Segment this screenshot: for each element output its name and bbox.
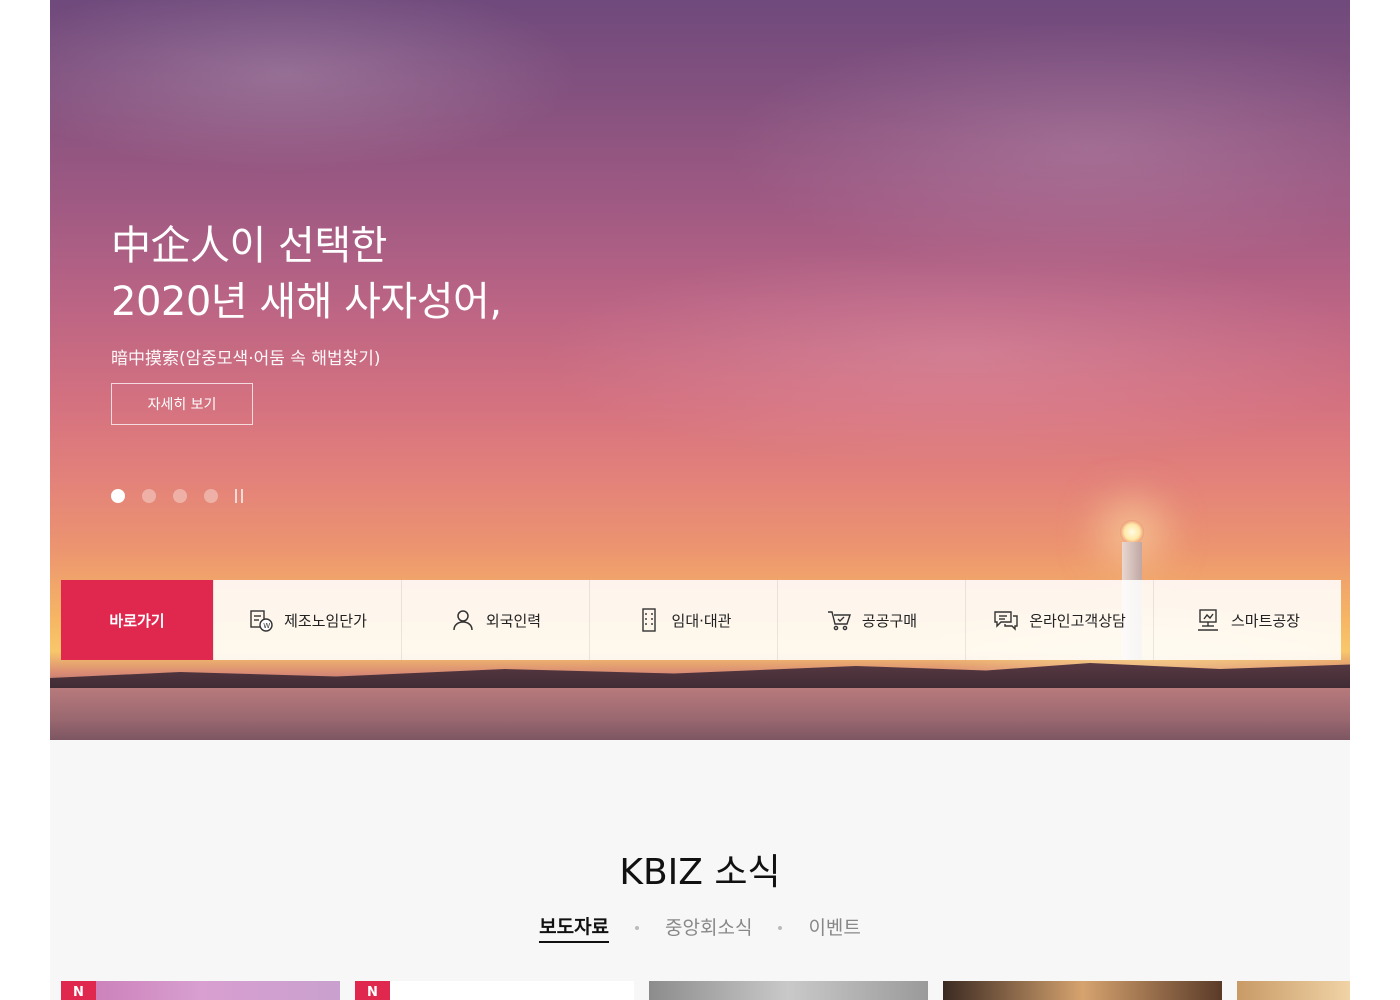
slide-dot-4[interactable] [204,489,218,503]
quick-links-label: 바로가기 [61,580,213,660]
quick-link-label: 임대·대관 [671,611,732,630]
news-cards: N N [61,981,1351,1000]
news-card[interactable] [649,981,928,1000]
news-section: KBIZ 소식 보도자료 중앙회소식 이벤트 N N [50,740,1350,1000]
quick-link-label: 외국인력 [485,611,542,630]
news-tabs: 보도자료 중앙회소식 이벤트 [50,912,1350,943]
hero-subline: 暗中摸索(암중모색·어둠 속 해법찾기) [111,349,381,369]
news-title: KBIZ 소식 [619,852,781,893]
news-card[interactable] [1237,981,1350,1000]
tab-press-release[interactable]: 보도자료 [539,912,610,943]
slide-dot-1[interactable] [111,489,125,503]
quick-link-foreign-workers[interactable]: 외국인력 [401,580,589,660]
building-icon [641,608,656,632]
tab-separator [635,925,640,930]
news-card[interactable]: N [355,981,634,1000]
new-badge: N [61,981,96,1000]
sea [50,688,1350,740]
slide-dot-3[interactable] [173,489,187,503]
quick-link-rental[interactable]: 임대·대관 [589,580,777,660]
quick-link-online-consult[interactable]: 온라인고객상담 [965,580,1153,660]
hero-headline-line2: 2020년 새해 사자성어, [111,279,502,325]
new-badge: N [355,981,390,1000]
hero-text: 中企人이 선택한 2020년 새해 사자성어, 暗中摸索(암중모색·어둠 속 해… [111,218,502,370]
quick-link-label: 공공구매 [861,611,918,630]
hero-headline: 中企人이 선택한 2020년 새해 사자성어, [111,218,502,330]
quick-link-wage[interactable]: W 제조노임단가 [213,580,401,660]
wage-document-icon: W [250,610,273,632]
quick-links-bar: 바로가기 W 제조노임단가 외국인력 임대·대관 공공구매 온라인고객상담 스마… [61,580,1341,660]
svg-text:W: W [263,622,270,630]
quick-link-smart-factory[interactable]: 스마트공장 [1153,580,1341,660]
cart-icon [827,611,851,631]
person-icon [453,610,473,631]
tab-separator [778,925,783,930]
chat-icon [994,611,1018,631]
detail-button[interactable]: 자세히 보기 [111,383,253,425]
tab-central-news[interactable]: 중앙회소식 [665,913,752,942]
slide-dot-2[interactable] [142,489,156,503]
quick-link-public-purchase[interactable]: 공공구매 [777,580,965,660]
quick-link-label: 온라인고객상담 [1029,611,1126,630]
pause-icon[interactable] [235,489,247,503]
tab-event[interactable]: 이벤트 [808,913,860,942]
quick-link-label: 스마트공장 [1230,611,1300,630]
quick-link-label: 제조노임단가 [284,611,367,630]
factory-icon [1197,609,1218,631]
slide-indicator [111,489,247,503]
news-card[interactable] [943,981,1222,1000]
hero-headline-line1: 中企人이 선택한 [111,223,387,269]
news-card[interactable]: N [61,981,340,1000]
